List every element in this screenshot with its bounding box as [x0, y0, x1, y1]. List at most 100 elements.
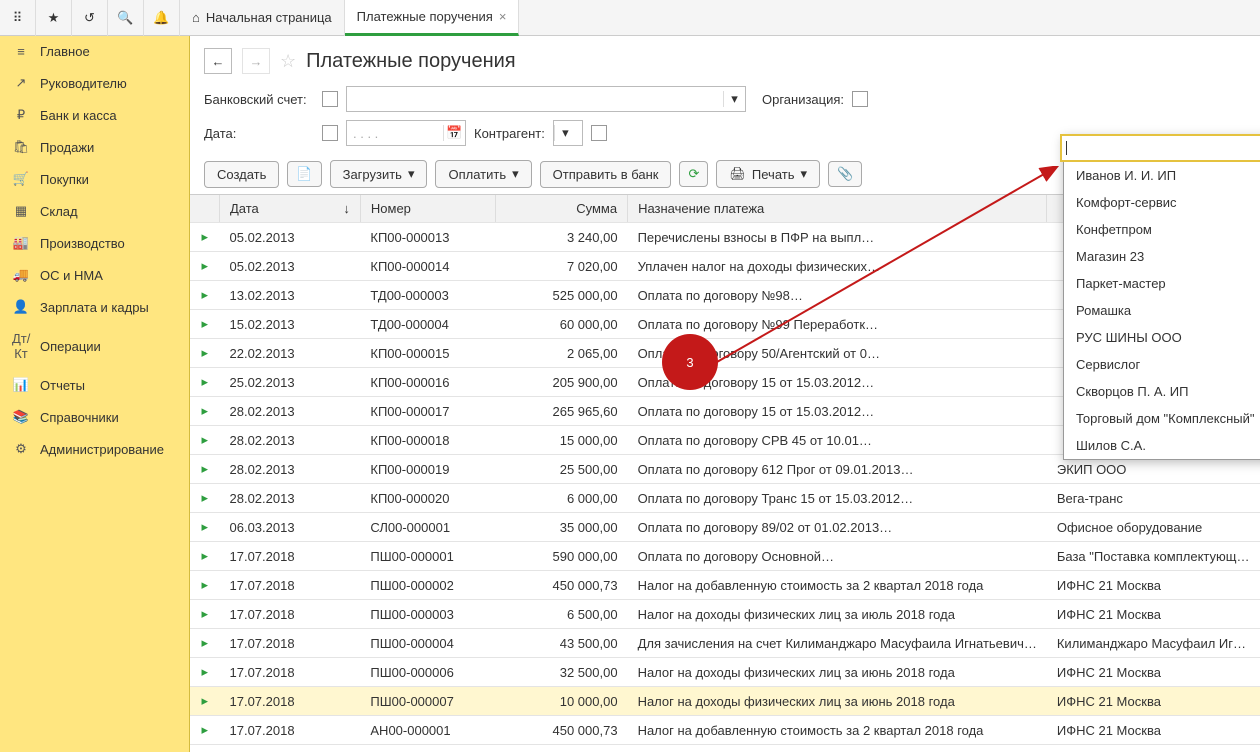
send-bank-button[interactable]: Отправить в банк	[540, 161, 672, 188]
apps-icon[interactable]: ⠿	[0, 0, 36, 36]
cell-purpose: Налог на доходы физических лиц за июнь 2…	[628, 658, 1047, 687]
favorite-icon[interactable]: ☆	[280, 51, 296, 72]
cell-number: ТД00-000004	[360, 310, 495, 339]
sidebar-item-12[interactable]: ⚙Администрирование	[0, 433, 189, 465]
table-row[interactable]: ▸ 17.07.2018 ПШ00-000006 32 500,00 Налог…	[190, 658, 1260, 687]
bank-account-select[interactable]: ▾	[346, 86, 746, 112]
bell-icon[interactable]: 🔔	[144, 0, 180, 36]
sidebar-item-9[interactable]: Дт/КтОперации	[0, 323, 189, 369]
date-checkbox[interactable]	[322, 125, 338, 141]
tab-payments[interactable]: Платежные поручения ×	[345, 0, 520, 36]
col-header[interactable]: Номер	[360, 195, 495, 223]
dropdown-item[interactable]: Сервислог	[1064, 351, 1260, 378]
date-input[interactable]: . . . .📅	[346, 120, 466, 146]
sidebar-item-label: Отчеты	[40, 378, 85, 393]
col-header[interactable]	[190, 195, 220, 223]
row-status-icon: ▸	[190, 252, 220, 281]
refresh-button[interactable]: ⟳	[679, 161, 708, 187]
sidebar-item-8[interactable]: 👤Зарплата и кадры	[0, 291, 189, 323]
attach-button[interactable]: 📎	[828, 161, 862, 187]
col-header[interactable]: Дата ↓	[220, 195, 361, 223]
cell-number: ПШ00-000001	[360, 542, 495, 571]
table-row[interactable]: ▸ 17.07.2018 ПШ00-000001 590 000,00 Опла…	[190, 542, 1260, 571]
sidebar-item-0[interactable]: ≡Главное	[0, 36, 189, 67]
dropdown-item[interactable]: Магазин 23	[1064, 243, 1260, 270]
cell-date: 05.02.2013	[220, 223, 361, 252]
row-status-icon: ▸	[190, 310, 220, 339]
dropdown-item[interactable]: Ромашка	[1064, 297, 1260, 324]
sidebar-item-label: Продажи	[40, 140, 94, 155]
print-button[interactable]: 🖨 Печать ▾	[716, 160, 820, 188]
dropdown-item[interactable]: РУС ШИНЫ ООО	[1064, 324, 1260, 351]
sidebar-item-1[interactable]: ↗Руководителю	[0, 67, 189, 99]
sidebar-item-3[interactable]: 🛍Продажи	[0, 131, 189, 163]
row-status-icon: ▸	[190, 716, 220, 745]
cell-date: 17.07.2018	[220, 716, 361, 745]
copy-button[interactable]: 📄	[287, 161, 321, 187]
org-checkbox[interactable]	[852, 91, 868, 107]
sidebar-icon: ▦	[12, 203, 30, 219]
cell-number: КП00-000015	[360, 339, 495, 368]
dropdown-item[interactable]: Шилов С.А.	[1064, 432, 1260, 459]
nav-back-button[interactable]: ←	[204, 48, 232, 74]
sidebar-item-label: Руководителю	[40, 76, 127, 91]
org-input[interactable]	[1060, 134, 1260, 162]
table-row[interactable]: ▸ 17.07.2018 ПШ00-000002 450 000,73 Нало…	[190, 571, 1260, 600]
dropdown-item[interactable]: Торговый дом "Комплексный"	[1064, 405, 1260, 432]
table-row[interactable]: ▸ 06.03.2013 СЛ00-000001 35 000,00 Оплат…	[190, 513, 1260, 542]
sidebar-item-4[interactable]: 🛒Покупки	[0, 163, 189, 195]
dropdown-item[interactable]: Иванов И. И. ИП	[1064, 162, 1260, 189]
table-row[interactable]: ▸ 28.02.2013 КП00-000020 6 000,00 Оплата…	[190, 484, 1260, 513]
dropdown-item[interactable]: Конфетпром	[1064, 216, 1260, 243]
cell-number: КП00-000020	[360, 484, 495, 513]
history-icon[interactable]: ↺	[72, 0, 108, 36]
cell-purpose: Для зачисления на счет Килиманджаро Масу…	[628, 629, 1047, 658]
nav-forward-button[interactable]: →	[242, 48, 270, 74]
search-icon[interactable]: 🔍	[108, 0, 144, 36]
tab-home[interactable]: ⌂ Начальная страница	[180, 0, 345, 36]
sidebar-icon: ₽	[12, 107, 30, 123]
sidebar-item-6[interactable]: 🏭Производство	[0, 227, 189, 259]
sidebar-item-5[interactable]: ▦Склад	[0, 195, 189, 227]
cell-sum: 525 000,00	[495, 281, 627, 310]
table-row[interactable]: ▸ 17.07.2018 ПШ00-000003 6 500,00 Налог …	[190, 600, 1260, 629]
bank-account-checkbox[interactable]	[322, 91, 338, 107]
sidebar-item-2[interactable]: ₽Банк и касса	[0, 99, 189, 131]
col-header[interactable]: Сумма	[495, 195, 627, 223]
pay-button[interactable]: Оплатить ▾	[435, 160, 531, 188]
row-status-icon: ▸	[190, 339, 220, 368]
cell-org: ИФНС 21 Москва	[1047, 687, 1260, 716]
col-header[interactable]: Назначение платежа	[628, 195, 1047, 223]
cell-sum: 6 500,00	[495, 600, 627, 629]
cell-sum: 2 065,00	[495, 339, 627, 368]
cell-sum: 7 020,00	[495, 252, 627, 281]
create-button[interactable]: Создать	[204, 161, 279, 188]
sidebar-item-11[interactable]: 📚Справочники	[0, 401, 189, 433]
star-icon[interactable]: ★	[36, 0, 72, 36]
sidebar-icon: ≡	[12, 44, 30, 59]
cell-sum: 590 000,00	[495, 542, 627, 571]
sidebar-item-10[interactable]: 📊 Отчеты	[0, 369, 189, 401]
counterparty-select[interactable]: ▾	[553, 120, 583, 146]
sidebar-icon: 📊	[12, 377, 30, 393]
cell-sum: 265 965,60	[495, 397, 627, 426]
table-row[interactable]: ▸ 17.07.2018 АН00-000001 450 000,73 Нало…	[190, 716, 1260, 745]
table-row[interactable]: ▸ 17.07.2018 ПШ00-000007 10 000,00 Налог…	[190, 687, 1260, 716]
load-button[interactable]: Загрузить ▾	[330, 160, 428, 188]
counterparty-checkbox[interactable]	[591, 125, 607, 141]
table-row[interactable]: ▸ 17.07.2018 ПШ00-000004 43 500,00 Для з…	[190, 629, 1260, 658]
counterparty-label: Контрагент:	[474, 126, 545, 141]
dropdown-item[interactable]: Скворцов П. А. ИП	[1064, 378, 1260, 405]
cell-date: 25.02.2013	[220, 368, 361, 397]
cell-sum: 32 500,00	[495, 658, 627, 687]
dropdown-item[interactable]: Паркет-мастер	[1064, 270, 1260, 297]
sidebar-item-7[interactable]: 🚚ОС и НМА	[0, 259, 189, 291]
close-icon[interactable]: ×	[499, 9, 507, 24]
cell-sum: 35 000,00	[495, 513, 627, 542]
dropdown-item[interactable]: Комфорт-сервис	[1064, 189, 1260, 216]
cell-sum: 3 240,00	[495, 223, 627, 252]
cell-org: ИФНС 21 Москва	[1047, 571, 1260, 600]
cell-number: АН00-000001	[360, 716, 495, 745]
cell-org: ИФНС 21 Москва	[1047, 658, 1260, 687]
org-dropdown: Андромеда ОООИванов И. И. ИПКомфорт-серв…	[1063, 134, 1260, 460]
